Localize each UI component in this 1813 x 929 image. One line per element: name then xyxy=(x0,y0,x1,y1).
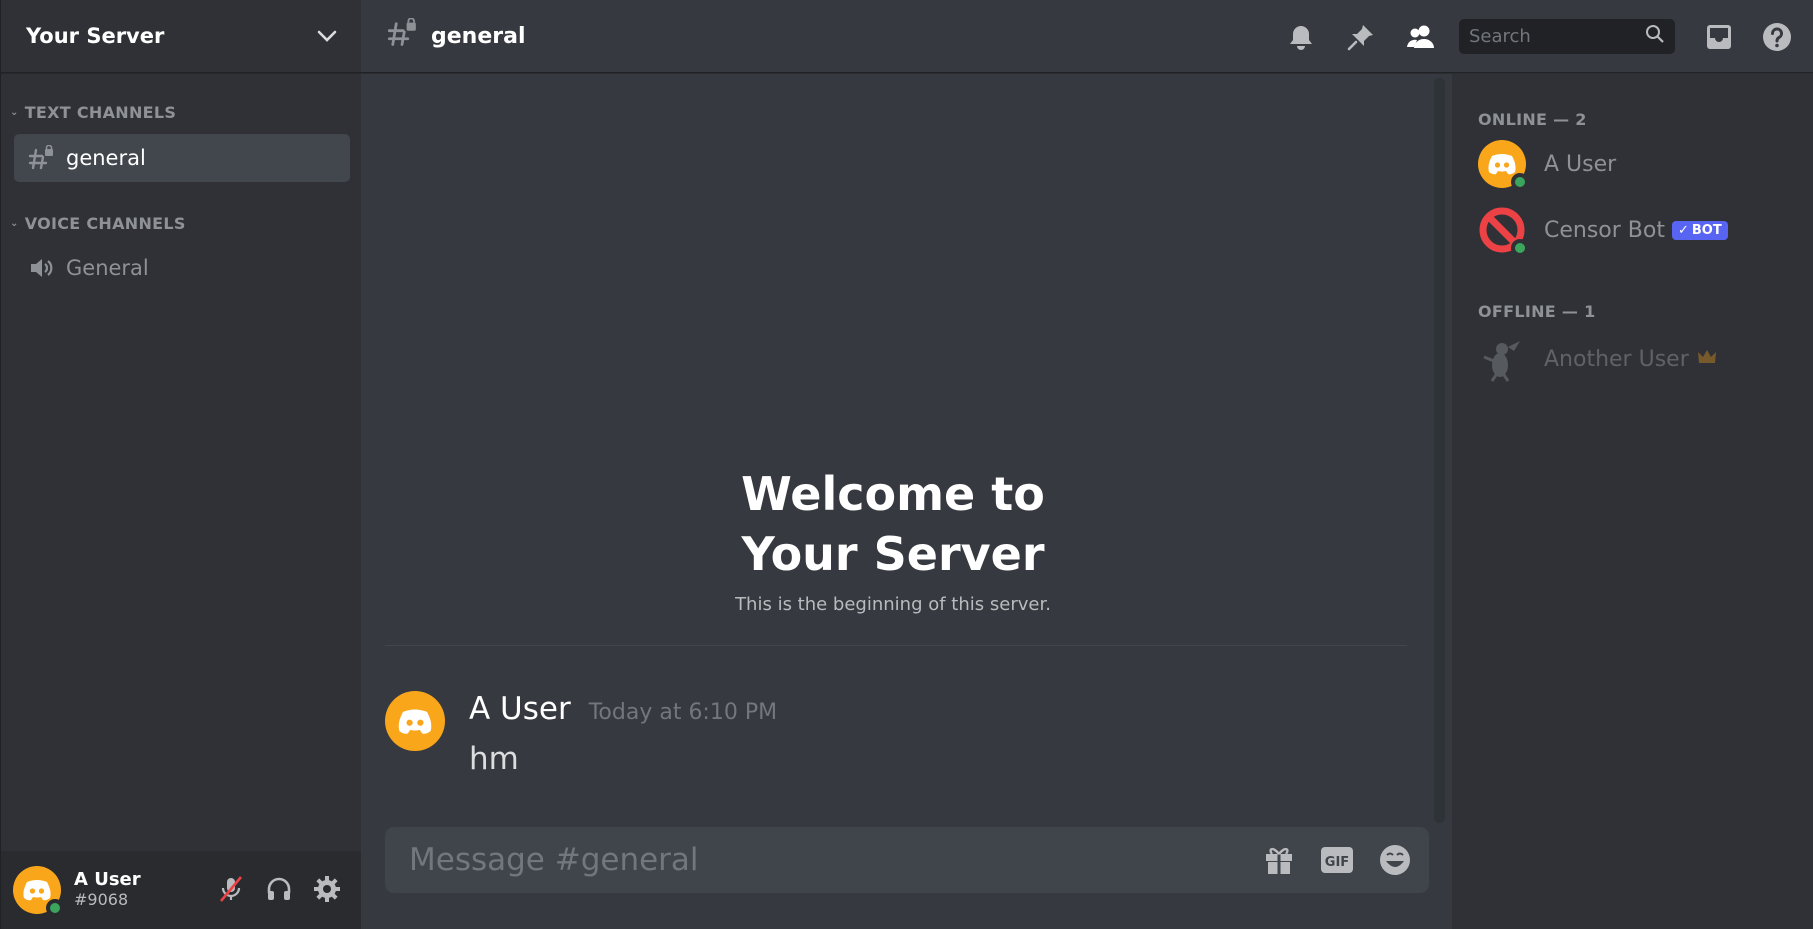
avatar[interactable] xyxy=(13,866,64,917)
user-info[interactable]: A User #9068 xyxy=(74,870,141,909)
member-list: ONLINE — 2 A User Censor Bot ✓ BOT OFFLI… xyxy=(1452,74,1813,929)
category-label: VOICE CHANNELS xyxy=(24,214,186,233)
online-status-dot xyxy=(1511,173,1529,191)
chat-header: general Search xyxy=(361,0,1813,73)
category-text-channels[interactable]: ⌄ TEXT CHANNELS xyxy=(1,103,176,122)
discord-logo-icon xyxy=(23,880,51,901)
message-input[interactable] xyxy=(409,842,1209,878)
user-name: A User xyxy=(74,869,141,891)
channel-title: general xyxy=(387,17,526,54)
discord-logo-icon xyxy=(398,709,432,734)
avatar xyxy=(1478,206,1529,257)
channel-title-text: general xyxy=(431,23,526,49)
gear-icon[interactable] xyxy=(311,873,343,905)
text-channel-locked-icon xyxy=(28,145,54,171)
member-list-icon[interactable] xyxy=(1405,21,1437,53)
avatar[interactable] xyxy=(385,691,445,751)
member-category-online: ONLINE — 2 xyxy=(1478,110,1587,129)
text-channel-locked-icon xyxy=(387,17,417,54)
message-composer: GIF xyxy=(385,827,1429,893)
mute-microphone-icon[interactable] xyxy=(215,873,247,905)
pin-icon[interactable] xyxy=(1345,21,1377,53)
bell-icon[interactable] xyxy=(1285,21,1317,53)
emoji-icon[interactable] xyxy=(1375,842,1415,878)
crown-icon xyxy=(1697,349,1717,369)
speaker-icon xyxy=(28,255,54,281)
search-icon xyxy=(1645,24,1665,49)
checkmark-icon: ✓ xyxy=(1677,222,1689,238)
discord-logo-icon xyxy=(1488,154,1516,175)
composer-buttons: GIF xyxy=(1259,842,1415,878)
channel-name: General xyxy=(66,256,149,280)
channel-sidebar: Your Server ⌄ TEXT CHANNELS general ⌄ VO… xyxy=(0,0,361,929)
bot-badge-label: BOT xyxy=(1691,222,1722,238)
welcome-subtitle: This is the beginning of this server. xyxy=(735,594,1051,615)
category-voice-channels[interactable]: ⌄ VOICE CHANNELS xyxy=(1,214,186,233)
gift-icon[interactable] xyxy=(1259,842,1299,878)
channel-name: general xyxy=(66,146,146,170)
animal-avatar-icon xyxy=(1483,341,1520,382)
member-item[interactable]: Censor Bot ✓ BOT xyxy=(1478,205,1728,257)
member-category-offline: OFFLINE — 1 xyxy=(1478,302,1596,321)
member-item[interactable]: Another User xyxy=(1478,334,1717,384)
user-tag: #9068 xyxy=(74,890,129,910)
chevron-down-icon[interactable] xyxy=(317,27,337,46)
header-toolbar: Search xyxy=(1285,0,1813,73)
search-placeholder: Search xyxy=(1469,26,1531,47)
bot-badge: ✓ BOT xyxy=(1671,220,1728,240)
channel-item-voice-general[interactable]: General xyxy=(14,244,350,292)
message-header: A User Today at 6:10 PM xyxy=(469,691,777,727)
member-name: Another User xyxy=(1544,346,1689,372)
server-header[interactable]: Your Server xyxy=(1,0,361,73)
help-icon[interactable] xyxy=(1761,21,1793,53)
gif-label: GIF xyxy=(1325,855,1349,870)
welcome-section: Welcome to Your Server This is the begin… xyxy=(361,464,1425,615)
message-author[interactable]: A User xyxy=(469,691,571,727)
user-controls xyxy=(215,873,343,905)
member-name: A User xyxy=(1544,151,1617,177)
member-name: Censor Bot xyxy=(1544,217,1665,243)
message-text: hm xyxy=(469,741,519,777)
server-name: Your Server xyxy=(26,24,165,48)
search-input[interactable]: Search xyxy=(1459,19,1675,54)
category-label: TEXT CHANNELS xyxy=(24,103,177,122)
online-status-dot xyxy=(1511,239,1529,257)
channel-item-general[interactable]: general xyxy=(14,134,350,182)
online-status-dot xyxy=(46,899,64,917)
welcome-title: Welcome to Your Server xyxy=(361,464,1425,584)
chevron-down-icon: ⌄ xyxy=(10,107,19,118)
welcome-title-line1: Welcome to xyxy=(741,467,1045,521)
avatar xyxy=(1478,140,1529,191)
scrollbar[interactable] xyxy=(1434,78,1445,823)
avatar xyxy=(1478,335,1526,383)
divider xyxy=(385,645,1407,646)
discord-app: Your Server ⌄ TEXT CHANNELS general ⌄ VO… xyxy=(0,0,1813,929)
user-panel: A User #9068 xyxy=(1,851,361,929)
inbox-icon[interactable] xyxy=(1703,21,1735,53)
member-item[interactable]: A User xyxy=(1478,139,1617,191)
message-timestamp: Today at 6:10 PM xyxy=(588,700,778,725)
chat-area: Welcome to Your Server This is the begin… xyxy=(361,74,1451,929)
chevron-down-icon: ⌄ xyxy=(10,218,19,229)
gif-button[interactable]: GIF xyxy=(1317,842,1357,878)
welcome-title-line2: Your Server xyxy=(741,527,1045,581)
headphones-icon[interactable] xyxy=(263,873,295,905)
